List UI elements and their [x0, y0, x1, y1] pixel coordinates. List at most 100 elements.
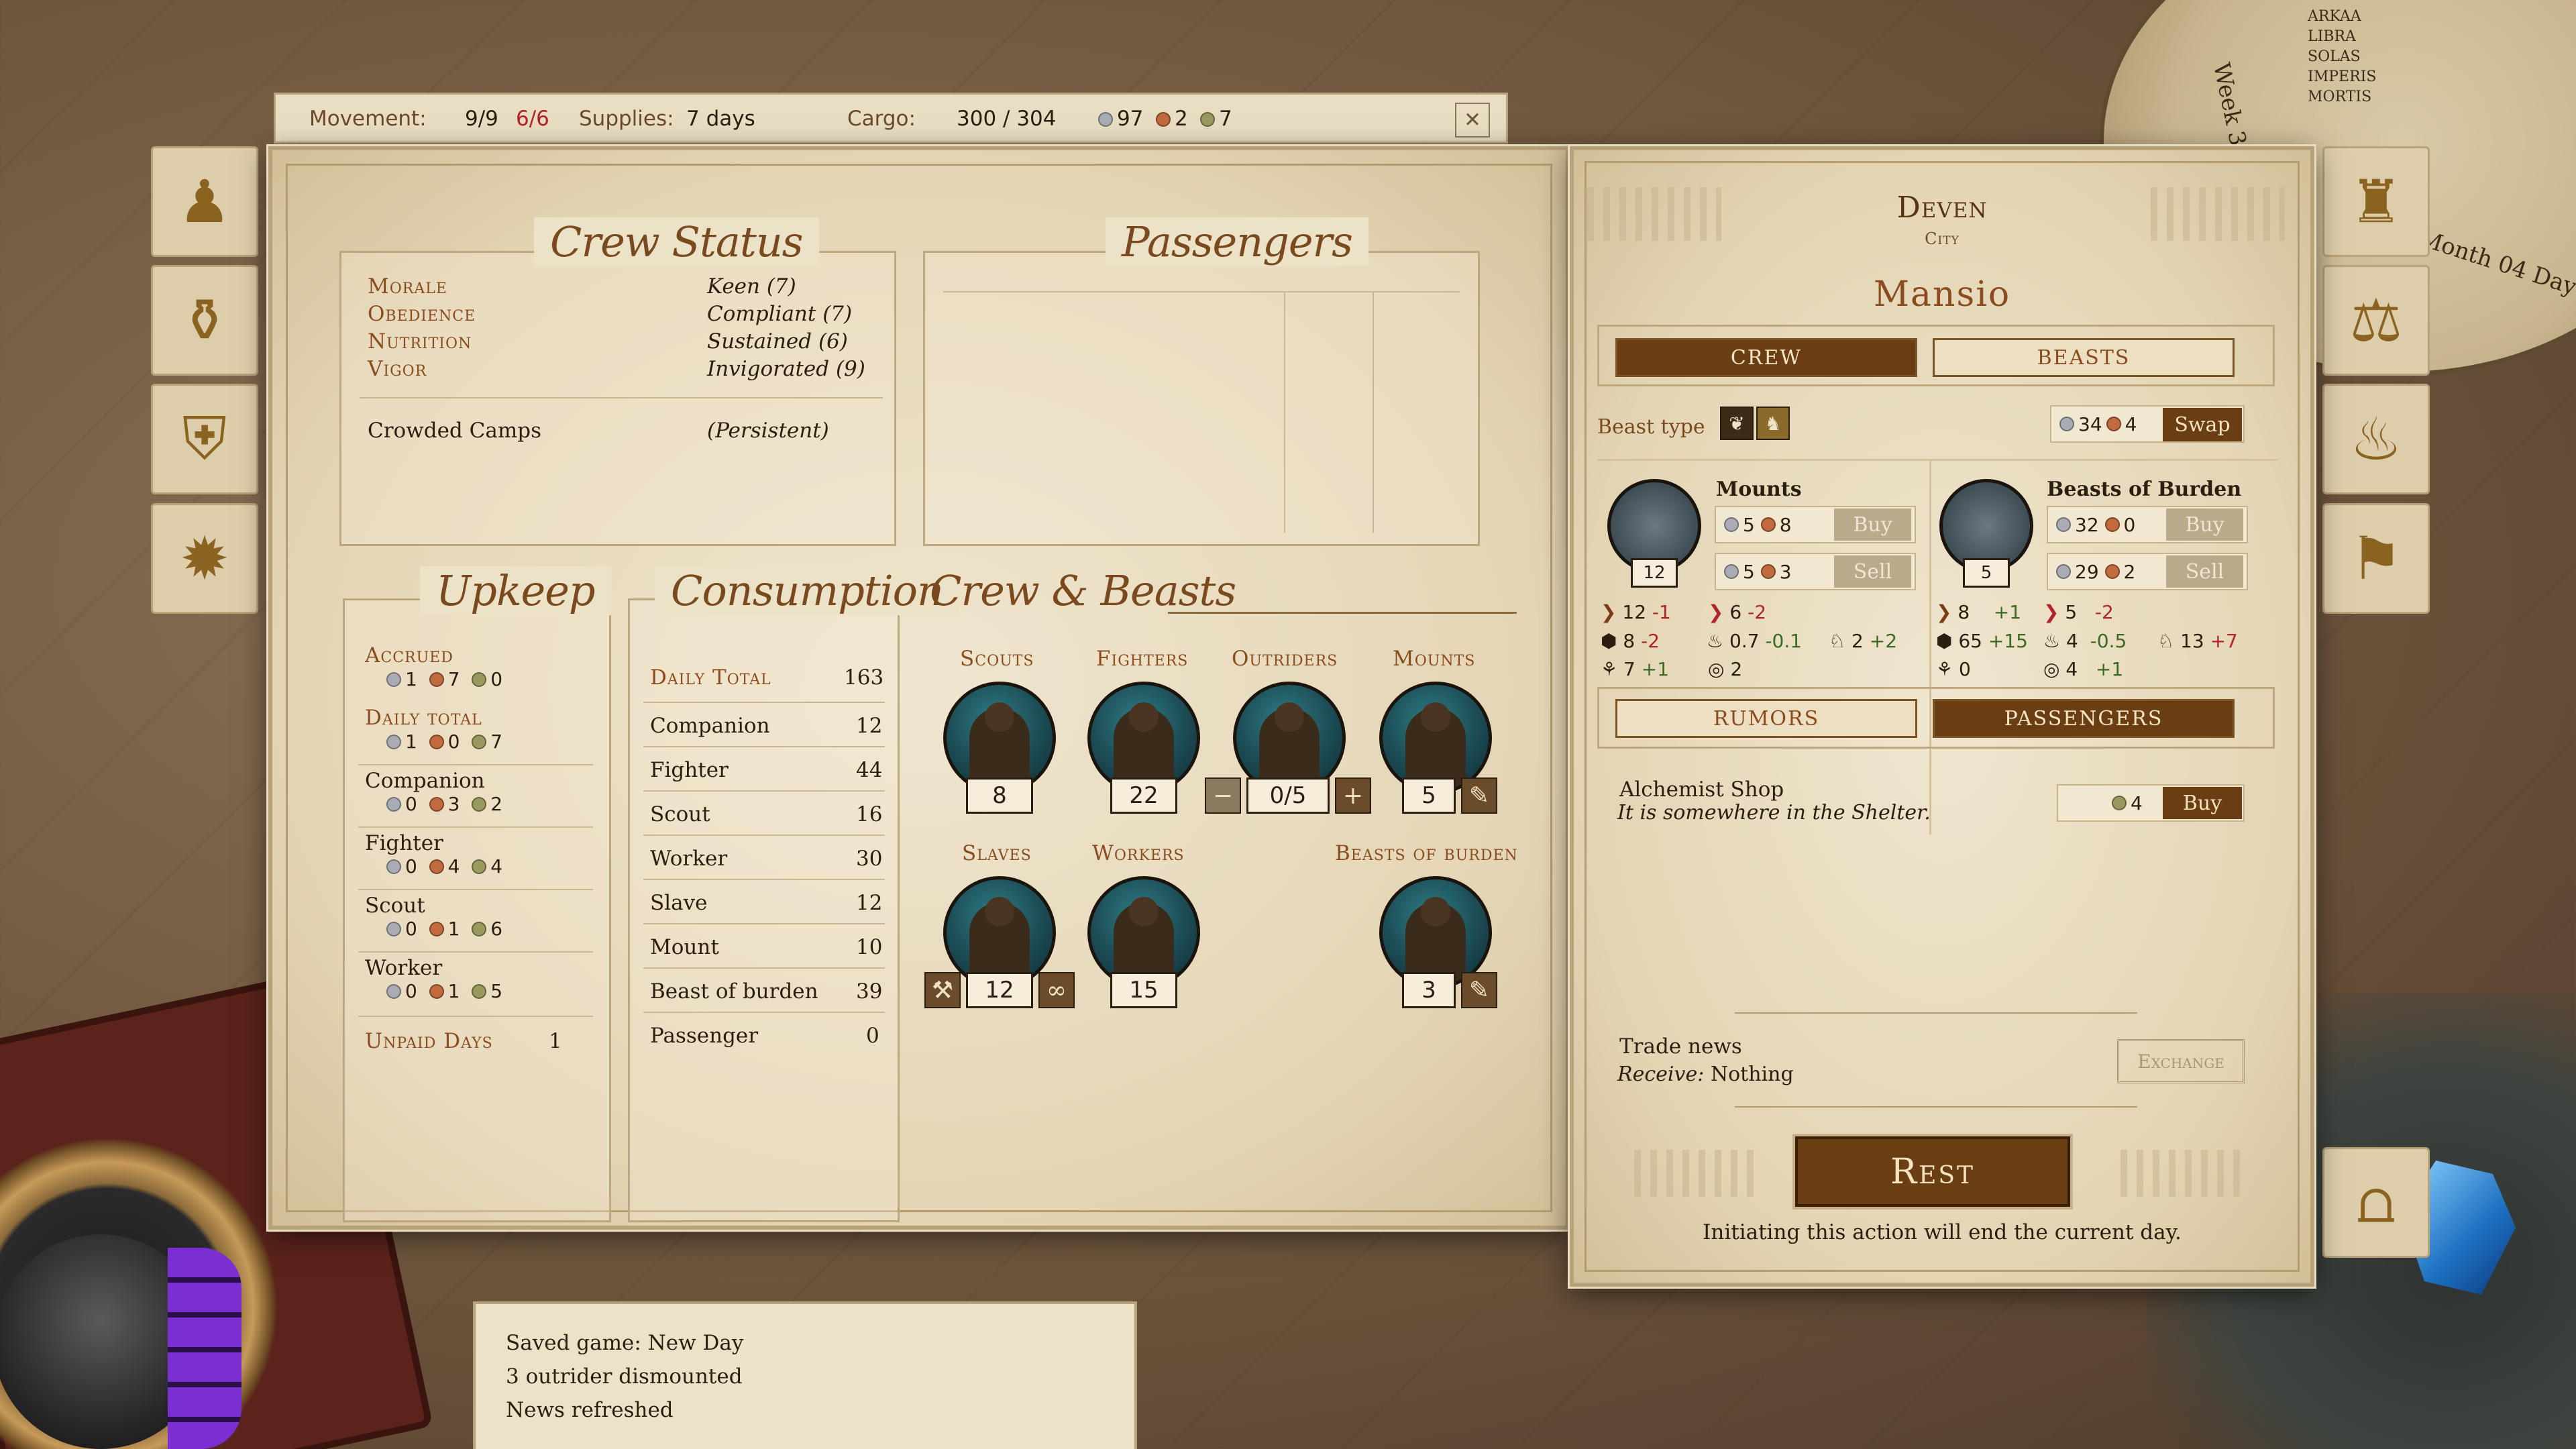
lamp-nav-icon[interactable]: ♨	[2322, 384, 2430, 494]
gate-nav-icon[interactable]: ⩍	[2322, 1147, 2430, 1258]
burden-buy-button[interactable]: Buy	[2166, 508, 2243, 541]
exchange-button[interactable]: Exchange	[2117, 1039, 2245, 1083]
swap-button[interactable]: Swap	[2163, 408, 2242, 441]
outriders-count: 0/5	[1246, 777, 1330, 814]
burden-card-title: Beasts of Burden	[2047, 478, 2242, 501]
tab-passengers[interactable]: Passengers	[1933, 699, 2235, 738]
outrider-increase-button[interactable]: +	[1335, 777, 1371, 814]
burden-sell-button[interactable]: Sell	[2166, 555, 2243, 588]
supplies-label: Supplies:	[579, 107, 674, 131]
trade-news-title: Trade news	[1619, 1034, 1742, 1059]
shop-buy-button[interactable]: Buy	[2163, 787, 2242, 819]
mount-stat-food-delta: -0.1	[1765, 630, 1803, 652]
effect-label[interactable]: Crowded Camps	[368, 419, 541, 443]
burden-stat-gold-delta: +1	[2095, 658, 2124, 680]
silver-coin-icon	[2056, 517, 2071, 532]
copper-coin-icon	[429, 797, 444, 812]
tab-rumors[interactable]: Rumors	[1615, 699, 1917, 738]
upkeep-row-values: 0 1 6	[386, 918, 502, 940]
accrued-gold: 0	[490, 668, 503, 690]
compass-nav-icon[interactable]: ✹	[151, 503, 258, 614]
vigor-label: Vigor	[368, 357, 427, 381]
burden-stat-upkeep: ⚘ 0	[1936, 658, 1971, 680]
fighters-label: Fighters	[1096, 647, 1189, 671]
upkeep-divider	[358, 889, 593, 890]
consumption-row-label: Slave	[650, 891, 708, 915]
consumption-divider	[643, 923, 885, 924]
scouts-count: 8	[966, 777, 1033, 814]
mount-stat-speed: ❯ 12 -1	[1601, 601, 1671, 623]
upkeep-companion-gold: 2	[490, 793, 503, 815]
upkeep-scout-silver: 0	[405, 918, 417, 940]
helmet-nav-icon[interactable]: ⛨	[151, 384, 258, 494]
trade-receive-value: Nothing	[1710, 1063, 1794, 1086]
daily-total-label: Daily total	[365, 706, 482, 730]
mount-sell-button[interactable]: Sell	[1834, 555, 1911, 588]
crew-status-divider	[360, 397, 883, 398]
outrider-head	[1275, 702, 1304, 732]
silver-coin-icon	[1724, 517, 1739, 532]
beast-type-burden-icon[interactable]: ♞	[1756, 407, 1790, 440]
close-icon[interactable]: ✕	[1455, 103, 1490, 138]
burden-sell-copper: 2	[2123, 560, 2136, 583]
mount-sell-copper: 3	[1779, 560, 1792, 583]
mount-buy-button[interactable]: Buy	[1834, 508, 1911, 541]
coin-copper-value: 2	[1175, 107, 1188, 131]
amphora-nav-icon[interactable]: ⚱	[151, 265, 258, 376]
gold-coin-icon	[2112, 796, 2127, 810]
silver-coin-icon	[2059, 417, 2074, 431]
silver-coin-icon	[386, 859, 401, 874]
consumption-divider	[643, 746, 885, 747]
consumption-row-label: Beast of burden	[650, 979, 818, 1004]
upkeep-fighter-copper: 4	[447, 855, 460, 877]
gold-coin-icon	[472, 922, 487, 936]
gold-coin-icon	[472, 859, 487, 874]
burden-stat-food-value: 4	[2066, 630, 2078, 652]
passengers-section	[923, 251, 1480, 546]
mount-stat-cargo: ⬢ 8 -2	[1601, 630, 1660, 652]
beast-knife-icon[interactable]: ✎	[1461, 972, 1497, 1008]
swap-copper: 4	[2125, 413, 2137, 435]
consumption-title: Consumption	[655, 566, 959, 615]
consumption-row-label: Passenger	[650, 1024, 759, 1048]
crew-nav-icon[interactable]: ♟	[151, 146, 258, 257]
daily-total-consumption-value: 163	[844, 665, 884, 690]
burden-stat-speed-value: 8	[1957, 601, 1970, 623]
mount-knife-icon[interactable]: ✎	[1461, 777, 1497, 814]
burden-stat-food-delta: -0.5	[2090, 630, 2127, 652]
rest-note: Initiating this action will end the curr…	[1703, 1220, 2182, 1244]
beasts-of-burden-count: 3	[1402, 972, 1456, 1008]
slave-chain-icon[interactable]: ∞	[1038, 972, 1075, 1008]
consumption-row-label: Scout	[650, 802, 710, 826]
consumption-row-value: 16	[856, 802, 883, 826]
consumption-divider	[643, 967, 885, 969]
purple-gauge	[168, 1248, 241, 1449]
banner-nav-icon[interactable]: ⚑	[2322, 503, 2430, 614]
scouts-label: Scouts	[960, 647, 1034, 671]
gold-coin-icon	[472, 797, 487, 812]
passengers-column-divider	[1284, 291, 1285, 533]
shop-name: Alchemist Shop	[1619, 777, 1784, 802]
tab-beasts[interactable]: Beasts	[1933, 338, 2235, 377]
outrider-decrease-button[interactable]: −	[1205, 777, 1241, 814]
scales-nav-icon[interactable]: ⚖	[2322, 265, 2430, 376]
consumption-row-value: 10	[856, 935, 883, 959]
passengers-header-line	[943, 291, 1460, 292]
cargo-cube-icon: ⬢	[1601, 630, 1617, 652]
crew-status-title: Crew Status	[534, 217, 819, 266]
tab-crew[interactable]: Crew	[1615, 338, 1917, 377]
beast-type-mount-icon[interactable]: ❦	[1720, 407, 1754, 440]
slave-pickaxe-icon[interactable]: ⚒	[924, 972, 961, 1008]
food-drumstick-icon: ♨	[2043, 630, 2061, 652]
log-entry: News refreshed	[506, 1398, 674, 1422]
upkeep-icon: ⚘	[1936, 658, 1953, 680]
swap-silver: 34	[2078, 413, 2102, 435]
mount-head	[1421, 702, 1450, 732]
tower-nav-icon[interactable]: ♜	[2322, 146, 2430, 257]
fighters-count: 22	[1110, 777, 1177, 814]
coin-gold-value: 7	[1219, 107, 1232, 131]
rest-button[interactable]: Rest	[1795, 1136, 2070, 1207]
worker-head	[1129, 897, 1159, 926]
morale-label: Morale	[368, 274, 447, 299]
silver-coin-icon	[386, 672, 401, 687]
